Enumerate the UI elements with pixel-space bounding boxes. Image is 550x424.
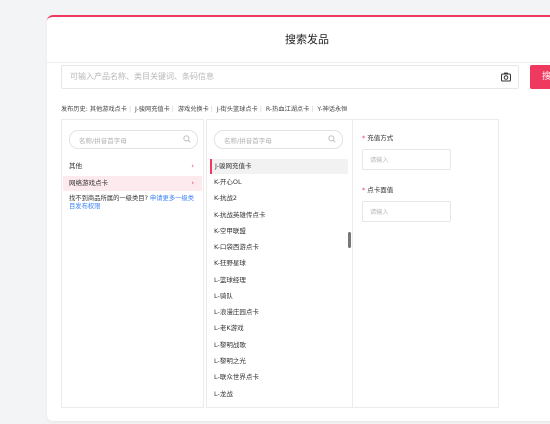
page-title: 搜索发品 — [285, 33, 329, 46]
subcategory-item[interactable]: L-骑队 — [210, 289, 346, 304]
category-item-selected[interactable]: 网络游戏点卡 › — [63, 176, 202, 191]
subcategory-item[interactable]: L-篮球经理 — [210, 273, 346, 288]
required-mark: * — [362, 134, 366, 142]
chevron-right-icon: › — [191, 162, 194, 170]
category-search-placeholder: 名称/拼音首字母 — [79, 137, 127, 145]
history-item[interactable]: J-街头篮球点卡 — [217, 106, 258, 113]
subcategory-item[interactable]: K-开心OL — [210, 175, 346, 190]
publish-card: 搜索发品 可输入产品名称、类目关键词、条码信息 搜 发布历史: 其他游戏点卡 | … — [47, 15, 550, 421]
field-placeholder: 请输入 — [370, 209, 389, 216]
subcategory-item[interactable]: L-黎明之光 — [210, 354, 346, 369]
search-button[interactable]: 搜 — [530, 65, 550, 89]
attribute-panel: * 充值方式 请输入 * 点卡面值 请输入 — [352, 119, 499, 408]
card-value-input[interactable]: 请输入 — [362, 201, 451, 222]
subcategory-panel: 名称/拼音首字母 J-骏网充值卡 K-开心OL K-抗战2 K-抗战英雄传点卡 … — [206, 119, 353, 408]
subcategory-item[interactable]: K-空甲联盟 — [210, 224, 346, 239]
scrollbar-thumb[interactable] — [348, 232, 351, 248]
history-item[interactable]: 其他游戏点卡 — [90, 106, 127, 113]
subcategory-item[interactable]: L-老K游戏 — [210, 321, 346, 336]
title-divider — [47, 62, 550, 63]
history-item[interactable]: J-骏网充值卡 — [135, 106, 170, 113]
category-help: 找不到商品所属的一级类目? 申请更多一级类目发布权限 — [69, 195, 199, 211]
subcategory-item[interactable]: K-抗战2 — [210, 191, 346, 206]
search-icon — [183, 135, 191, 143]
chevron-right-icon: › — [191, 179, 194, 187]
card-value-label: * 点卡面值 — [362, 184, 393, 194]
field-label-text: 点卡面值 — [367, 186, 394, 194]
category-help-text: 找不到商品所属的一级类目? — [69, 195, 148, 202]
search-placeholder: 可输入产品名称、类目关键词、条码信息 — [70, 72, 214, 81]
subcategory-item[interactable]: K-抗战英雄传点卡 — [210, 208, 346, 223]
subcategory-search-input[interactable]: 名称/拼音首字母 — [214, 130, 343, 149]
subcategory-item[interactable]: K-口袋西游点卡 — [210, 240, 346, 255]
category-label: 网络游戏点卡 — [69, 179, 108, 187]
history-label: 发布历史: — [61, 106, 88, 113]
history-item[interactable]: R-热血江湖点卡 — [266, 106, 309, 113]
history-item[interactable]: Y-神话永恒 — [317, 106, 347, 113]
subcategory-item[interactable]: K-狂野星球 — [210, 256, 346, 271]
category-search-input[interactable]: 名称/拼音首字母 — [69, 130, 198, 149]
category-item[interactable]: 其他 › — [63, 159, 202, 174]
category-panel: 名称/拼音首字母 其他 › 网络游戏点卡 › 找不到商品所属的一级类目? 申请更… — [61, 119, 204, 408]
camera-icon[interactable] — [500, 71, 512, 83]
subcategory-search-placeholder: 名称/拼音首字母 — [224, 137, 272, 145]
search-input[interactable]: 可输入产品名称、类目关键词、条码信息 — [61, 65, 519, 89]
publish-history: 发布历史: 其他游戏点卡 | J-骏网充值卡 | 游戏兑换卡 | J-街头篮球点卡 | … — [61, 106, 348, 113]
history-item[interactable]: 游戏兑换卡 — [178, 106, 209, 113]
recharge-method-label: * 充值方式 — [362, 132, 393, 142]
required-mark: * — [362, 186, 366, 194]
subcategory-item[interactable]: L-浪漫庄园点卡 — [210, 305, 346, 320]
search-icon — [328, 135, 336, 143]
field-label-text: 充值方式 — [367, 134, 394, 142]
subcategory-item-selected[interactable]: J-骏网充值卡 — [210, 159, 348, 174]
field-placeholder: 请输入 — [370, 157, 389, 164]
subcategory-item[interactable]: L-黎明战歌 — [210, 338, 346, 353]
category-label: 其他 — [69, 162, 82, 170]
subcategory-item[interactable]: L-联众世界点卡 — [210, 370, 346, 385]
recharge-method-input[interactable]: 请输入 — [362, 149, 451, 170]
subcategory-item[interactable]: L-龙战 — [210, 387, 346, 402]
